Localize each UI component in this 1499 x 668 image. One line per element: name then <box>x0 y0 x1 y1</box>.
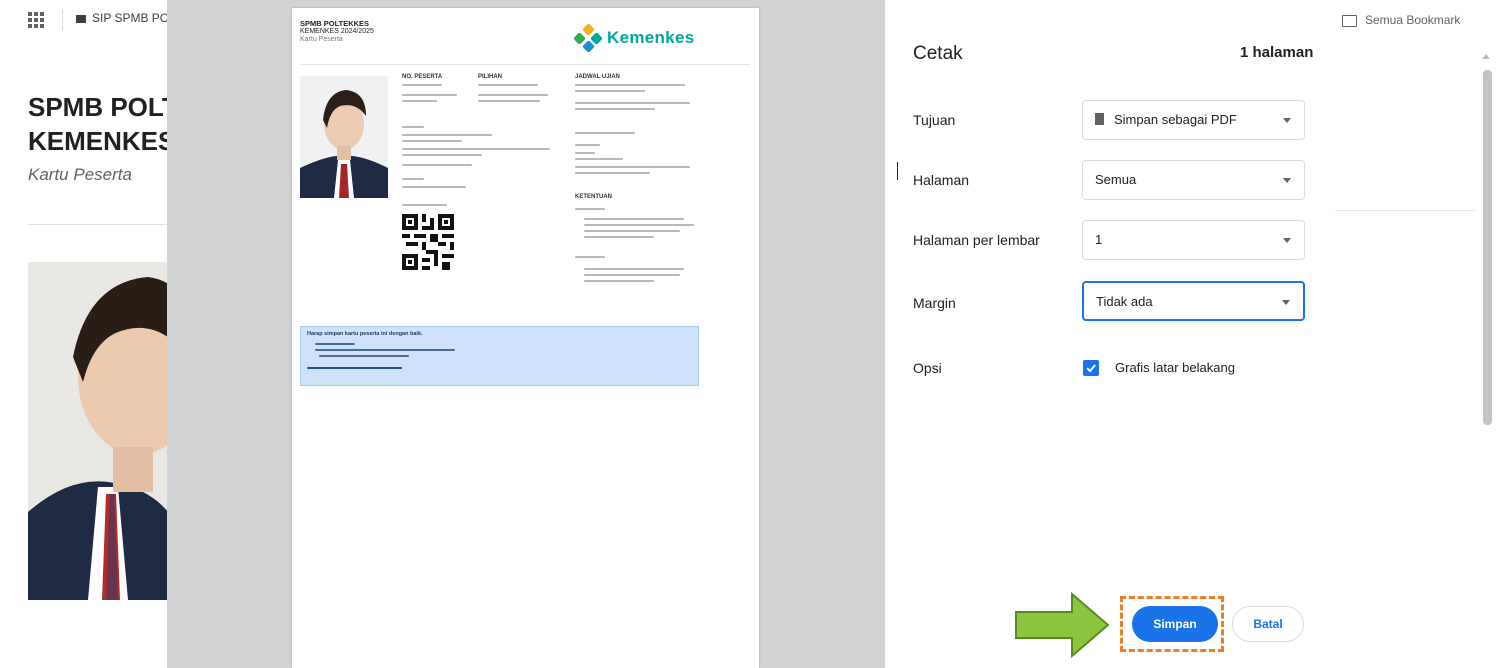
background-right-area <box>1335 38 1499 668</box>
doc-text-line <box>575 84 685 86</box>
doc-text-line <box>478 100 540 102</box>
doc-text-line <box>402 126 424 128</box>
page-count: 1 halaman <box>1240 44 1314 61</box>
doc-text-line <box>402 100 437 102</box>
document-header-subtitle: KEMENKES 2024/2025 <box>300 28 374 35</box>
print-preview-page: SPMB POLTEKKES KEMENKES 2024/2025 Kartu … <box>292 8 759 668</box>
folder-icon <box>1342 14 1357 27</box>
document-icon <box>1095 113 1104 125</box>
destination-value: Simpan sebagai PDF <box>1114 112 1237 127</box>
page-title: SPMB POLTEKKES KEMENKES <box>28 90 168 158</box>
doc-text-line <box>584 274 680 276</box>
doc-text-line <box>575 166 690 168</box>
doc-text-line <box>575 158 623 160</box>
doc-text-line <box>402 204 447 206</box>
background-graphics-label: Grafis latar belakang <box>1115 360 1235 375</box>
doc-text-line <box>584 224 694 226</box>
qr-code-icon <box>402 213 454 271</box>
doc-text-line <box>584 280 654 282</box>
doc-text-line <box>402 178 424 180</box>
doc-text-line <box>575 256 605 258</box>
doc-text-line <box>575 144 600 146</box>
doc-field-label: KETENTUAN <box>575 194 612 200</box>
participant-photo <box>28 262 168 600</box>
doc-text-line <box>478 94 548 96</box>
chevron-down-icon <box>1283 178 1291 183</box>
doc-text-line <box>315 343 355 345</box>
divider <box>1335 210 1475 211</box>
pages-label: Halaman <box>913 172 970 188</box>
options-label: Opsi <box>913 360 942 376</box>
divider <box>300 64 750 65</box>
doc-text-line <box>575 172 650 174</box>
apps-grid-icon[interactable] <box>28 12 44 28</box>
doc-text-line <box>575 152 595 154</box>
doc-text-line <box>575 208 605 210</box>
page-title-line1: SPMB POLTEKKES <box>28 92 168 122</box>
doc-text-line <box>315 349 455 351</box>
chevron-down-icon <box>1283 238 1291 243</box>
chevron-down-icon <box>1283 118 1291 123</box>
mouse-cursor <box>897 162 898 180</box>
bar-divider <box>62 10 63 30</box>
scroll-up-arrow-icon[interactable] <box>1482 54 1490 59</box>
all-bookmarks-button[interactable]: Semua Bookmark <box>1342 13 1460 27</box>
doc-text-line <box>584 230 680 232</box>
doc-text-line <box>319 355 409 357</box>
info-notice-box: Harap simpan kartu peserta ini dengan ba… <box>300 326 699 386</box>
bookmark-favicon-icon <box>76 14 86 23</box>
doc-text-line <box>575 90 645 92</box>
chevron-down-icon <box>1282 300 1290 305</box>
document-header-caption: Kartu Peserta <box>300 36 343 43</box>
kemenkes-logo-text: Kemenkes <box>607 28 695 47</box>
doc-text-line <box>307 367 402 369</box>
document-header: SPMB POLTEKKES KEMENKES 2024/2025 Kartu … <box>300 20 374 44</box>
save-button[interactable]: Simpan <box>1132 606 1218 642</box>
pages-value: Semua <box>1095 172 1137 187</box>
doc-text-line <box>402 186 466 188</box>
doc-text-line <box>584 268 684 270</box>
doc-text-line <box>402 154 482 156</box>
kemenkes-logo-icon <box>573 23 603 53</box>
background-graphics-checkbox[interactable] <box>1083 360 1099 376</box>
page-scrollbar-thumb[interactable] <box>1483 70 1492 425</box>
check-icon <box>1086 364 1096 373</box>
document-photo <box>300 76 388 198</box>
doc-text-line <box>402 84 442 86</box>
document-header-title: SPMB POLTEKKES <box>300 19 370 28</box>
all-bookmarks-label: Semua Bookmark <box>1365 13 1461 27</box>
doc-text-line <box>402 94 457 96</box>
cancel-button[interactable]: Batal <box>1232 606 1304 642</box>
destination-label: Tujuan <box>913 112 956 128</box>
info-notice-title: Harap simpan kartu peserta ini dengan ba… <box>307 331 423 337</box>
doc-text-line <box>402 134 492 136</box>
destination-select[interactable]: Simpan sebagai PDF <box>1082 100 1305 140</box>
doc-field-label: PILIHAN <box>478 74 502 80</box>
doc-text-line <box>575 108 655 110</box>
doc-text-line <box>575 102 690 104</box>
doc-text-line <box>584 236 654 238</box>
doc-text-line <box>575 132 635 134</box>
margins-value: Tidak ada <box>1096 294 1153 309</box>
doc-field-label: JADWAL UJIAN <box>575 74 620 80</box>
pages-per-sheet-label: Halaman per lembar <box>913 232 1040 248</box>
doc-field-label: NO. PESERTA <box>402 74 443 80</box>
margins-select[interactable]: Tidak ada <box>1082 281 1305 321</box>
divider <box>28 224 168 225</box>
pages-per-sheet-value: 1 <box>1095 232 1103 247</box>
doc-text-line <box>478 84 538 86</box>
pages-per-sheet-select[interactable]: 1 <box>1082 220 1305 260</box>
doc-text-line <box>402 140 462 142</box>
doc-text-line <box>584 218 684 220</box>
dialog-title: Cetak <box>913 43 963 64</box>
margins-label: Margin <box>913 295 956 311</box>
doc-text-line <box>402 164 472 166</box>
doc-text-line <box>402 148 550 150</box>
page-subtitle: Kartu Peserta <box>28 165 132 184</box>
page-title-line2: KEMENKES <box>28 126 168 156</box>
pages-select[interactable]: Semua <box>1082 160 1305 200</box>
pointer-arrow-icon <box>1015 591 1110 659</box>
